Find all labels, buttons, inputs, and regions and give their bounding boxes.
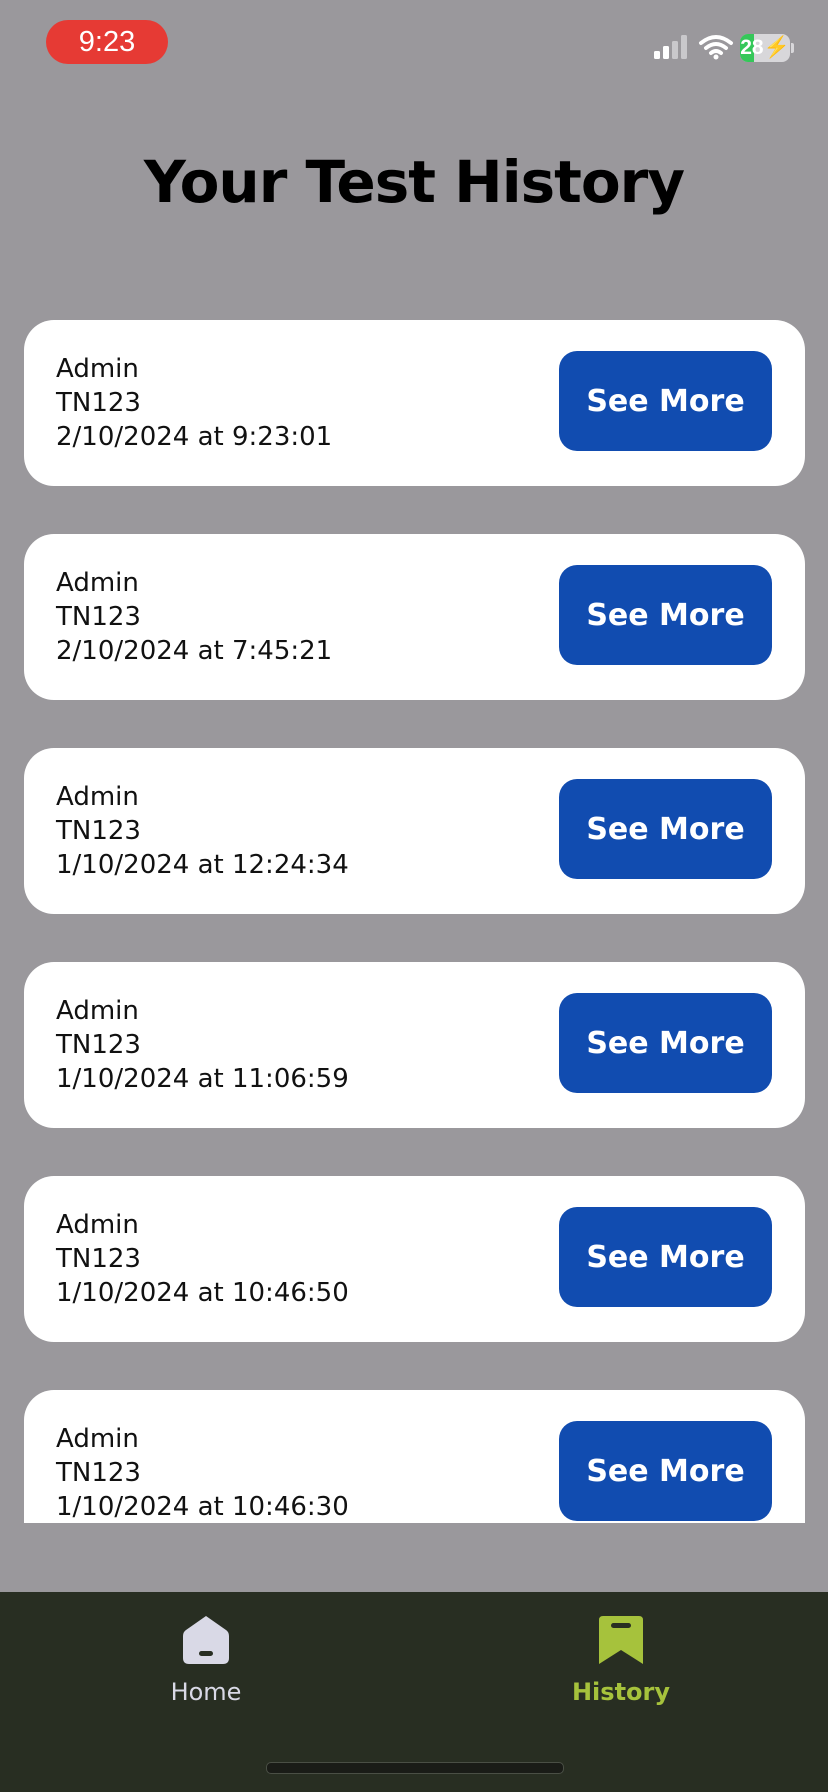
status-time: 9:23 — [46, 20, 168, 64]
history-test-id: TN123 — [56, 1244, 141, 1274]
history-card: Admin TN123 1/10/2024 at 12:24:34 See Mo… — [24, 748, 805, 914]
history-datetime: 1/10/2024 at 10:46:30 — [56, 1492, 349, 1522]
history-card: Admin TN123 1/10/2024 at 10:46:50 See Mo… — [24, 1176, 805, 1342]
history-card-info: Admin TN123 1/10/2024 at 11:06:59 — [56, 994, 349, 1096]
history-datetime: 2/10/2024 at 7:45:21 — [56, 636, 333, 666]
history-test-id: TN123 — [56, 1458, 141, 1488]
history-user: Admin — [56, 1424, 139, 1454]
history-card-info: Admin TN123 1/10/2024 at 10:46:50 — [56, 1208, 349, 1310]
history-card: Admin TN123 1/10/2024 at 11:06:59 See Mo… — [24, 962, 805, 1128]
tab-history[interactable]: History — [521, 1592, 721, 1732]
history-card-info: Admin TN123 2/10/2024 at 9:23:01 — [56, 352, 332, 454]
charging-bolt-icon: ⚡ — [763, 36, 790, 59]
history-test-id: TN123 — [56, 1030, 141, 1060]
cellular-signal-icon — [654, 35, 687, 59]
bookmark-icon — [599, 1616, 643, 1664]
history-list[interactable]: Admin TN123 2/10/2024 at 9:23:01 See Mor… — [0, 300, 828, 1523]
history-test-id: TN123 — [56, 388, 141, 418]
home-indicator — [266, 1762, 564, 1774]
history-card: Admin TN123 1/10/2024 at 10:46:30 See Mo… — [24, 1390, 805, 1523]
page-title: Your Test History — [143, 148, 685, 216]
history-card-info: Admin TN123 1/10/2024 at 10:46:30 — [56, 1422, 349, 1523]
see-more-button[interactable]: See More — [559, 779, 772, 879]
battery-tip — [791, 43, 794, 53]
see-more-button[interactable]: See More — [559, 993, 772, 1093]
battery-level: 28⚡ — [740, 36, 790, 59]
history-card-info: Admin TN123 1/10/2024 at 12:24:34 — [56, 780, 349, 882]
history-datetime: 1/10/2024 at 12:24:34 — [56, 850, 349, 880]
history-user: Admin — [56, 568, 139, 598]
history-datetime: 1/10/2024 at 11:06:59 — [56, 1064, 349, 1094]
see-more-button[interactable]: See More — [559, 1207, 772, 1307]
history-user: Admin — [56, 1210, 139, 1240]
tab-home[interactable]: Home — [106, 1592, 306, 1732]
history-user: Admin — [56, 996, 139, 1026]
tab-home-label: Home — [170, 1678, 242, 1706]
see-more-button[interactable]: See More — [559, 351, 772, 451]
history-card: Admin TN123 2/10/2024 at 7:45:21 See Mor… — [24, 534, 805, 700]
status-bar: 9:23 28⚡ — [0, 0, 828, 90]
see-more-button[interactable]: See More — [559, 565, 772, 665]
home-icon — [183, 1616, 229, 1664]
history-test-id: TN123 — [56, 816, 141, 846]
history-user: Admin — [56, 782, 139, 812]
history-card-info: Admin TN123 2/10/2024 at 7:45:21 — [56, 566, 332, 668]
history-datetime: 1/10/2024 at 10:46:50 — [56, 1278, 349, 1308]
wifi-icon — [699, 35, 733, 60]
history-card: Admin TN123 2/10/2024 at 9:23:01 See Mor… — [24, 320, 805, 486]
battery-charging-icon: 28⚡ — [740, 34, 790, 62]
see-more-button[interactable]: See More — [559, 1421, 772, 1521]
history-test-id: TN123 — [56, 602, 141, 632]
history-user: Admin — [56, 354, 139, 384]
tab-history-label: History — [571, 1678, 671, 1706]
history-datetime: 2/10/2024 at 9:23:01 — [56, 422, 333, 452]
